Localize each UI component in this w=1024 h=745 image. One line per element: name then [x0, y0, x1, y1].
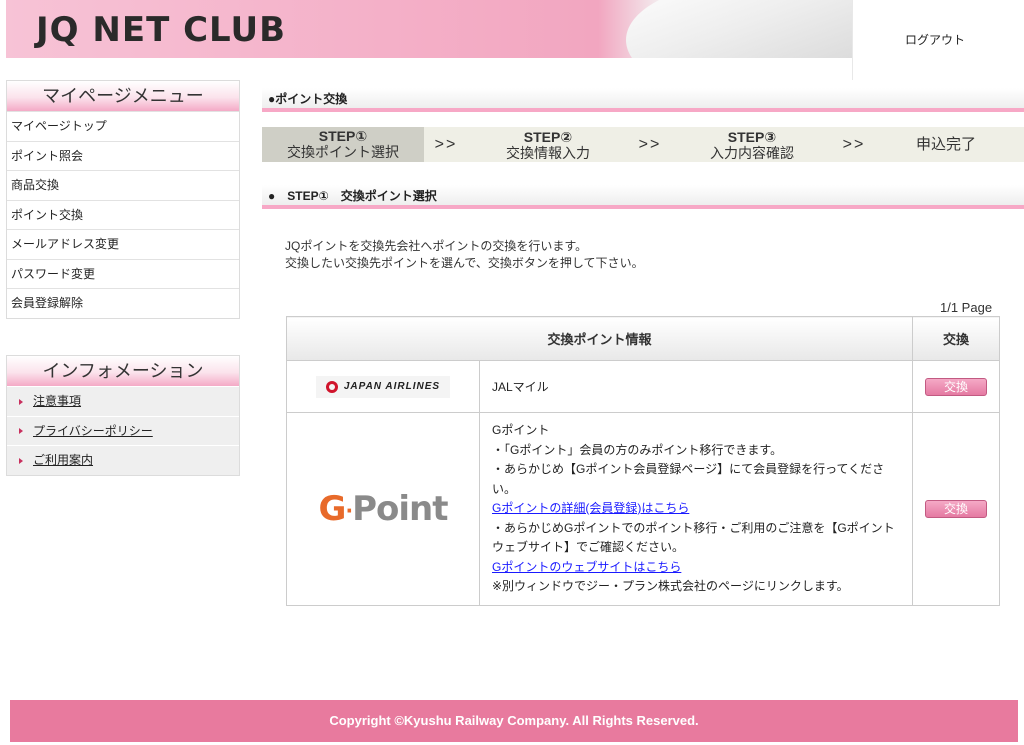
step-1: STEP① 交換ポイント選択: [262, 127, 424, 162]
step-separator: >>: [638, 135, 662, 153]
step-1-label: 交換ポイント選択: [287, 144, 399, 160]
triangle-right-icon: [19, 428, 23, 435]
jal-crane-icon: [325, 380, 338, 393]
info-item-privacy[interactable]: プライバシーポリシー: [7, 415, 239, 445]
gpoint-website-link[interactable]: Gポイントのウェブサイトはこちら: [492, 560, 681, 574]
sidebar-item-point-inquiry[interactable]: ポイント照会: [7, 140, 239, 170]
sidebar-item-password-change[interactable]: パスワード変更: [7, 258, 239, 288]
sidebar-item-unregister[interactable]: 会員登録解除: [7, 288, 239, 318]
exchange-button-gpoint[interactable]: 交換: [925, 499, 987, 518]
column-header-info: 交換ポイント情報: [286, 316, 913, 361]
logout-link[interactable]: ログアウト: [905, 31, 965, 48]
gpoint-exchange-cell: 交換: [912, 412, 1000, 606]
step-separator: >>: [434, 135, 458, 153]
gpoint-detail-link[interactable]: Gポイントの詳細(会員登録)はこちら: [492, 501, 689, 515]
table-row: G·Point Gポイント ・「Gポイント」会員の方のみポイント移行できます。 …: [286, 412, 1000, 606]
info-item-guide[interactable]: ご利用案内: [7, 445, 239, 475]
gpoint-logo-rest: Point: [352, 488, 448, 529]
step-2-number: STEP②: [523, 128, 573, 145]
exchange-button-jal[interactable]: 交換: [925, 377, 987, 396]
info-item-notes[interactable]: 注意事項: [7, 386, 239, 416]
header-swoosh-decoration: [626, 0, 852, 58]
page-indicator: 1/1 Page: [940, 300, 993, 315]
mypage-menu: マイページメニュー マイページトップ ポイント照会 商品交換 ポイント交換 メー…: [6, 80, 240, 319]
column-header-exchange: 交換: [912, 316, 1000, 361]
step-1-number: STEP①: [318, 128, 368, 144]
triangle-right-icon: [19, 457, 23, 464]
site-header: JQ NET CLUB: [6, 0, 852, 58]
sidebar-item-product-exchange[interactable]: 商品交換: [7, 170, 239, 200]
step-separator: >>: [842, 135, 866, 153]
jal-logo-text: JAPAN AIRLINES: [343, 381, 441, 392]
gpoint-name: Gポイント: [492, 423, 550, 437]
gpoint-details: Gポイント ・「Gポイント」会員の方のみポイント移行できます。 ・あらかじめ【G…: [479, 412, 913, 606]
sidebar-item-point-exchange[interactable]: ポイント交換: [7, 199, 239, 229]
step-3: STEP③ 入力内容確認: [672, 129, 832, 161]
step-2-label: 交換情報入力: [506, 144, 590, 161]
gpoint-line-2: ・あらかじめ【Gポイント会員登録ページ】にて会員登録を行ってください。: [492, 462, 885, 496]
table-row: JAPAN AIRLINES JALマイル 交換: [286, 360, 1000, 413]
mypage-menu-title: マイページメニュー: [7, 81, 239, 111]
jal-name: JALマイル: [479, 360, 913, 413]
step-2: STEP② 交換情報入力: [468, 129, 628, 161]
step-title-bar: ● STEP① 交換ポイント選択: [262, 185, 1024, 209]
site-logo[interactable]: JQ NET CLUB: [36, 10, 286, 50]
header-divider: [852, 0, 853, 80]
step-3-number: STEP③: [727, 128, 777, 145]
step-progress: STEP① 交換ポイント選択 >> STEP② 交換情報入力 >> STEP③ …: [262, 127, 1024, 162]
step-3-label: 入力内容確認: [710, 144, 794, 161]
instructions: JQポイントを交換先会社へポイントの交換を行います。 交換したい交換先ポイントを…: [285, 238, 644, 272]
sidebar-item-mypage-top[interactable]: マイページトップ: [7, 111, 239, 141]
gpoint-logo-cell: G·Point: [286, 412, 480, 606]
site-footer: Copyright ©Kyushu Railway Company. All R…: [10, 700, 1018, 742]
gpoint-line-3: ・あらかじめGポイントでのポイント移行・ご利用のご注意を【Gポイントウェブサイト…: [492, 520, 895, 555]
info-item-label[interactable]: 注意事項: [33, 394, 81, 408]
information-title: インフォメーション: [7, 356, 239, 386]
sidebar-item-email-change[interactable]: メールアドレス変更: [7, 229, 239, 259]
gpoint-line-1: ・「Gポイント」会員の方のみポイント移行できます。: [492, 442, 783, 457]
section-title-bar: ●ポイント交換: [262, 88, 1024, 112]
information-menu: インフォメーション 注意事項 プライバシーポリシー ご利用案内: [6, 355, 240, 476]
info-item-label[interactable]: ご利用案内: [33, 453, 93, 467]
instructions-line-2: 交換したい交換先ポイントを選んで、交換ボタンを押して下さい。: [285, 256, 644, 270]
triangle-right-icon: [19, 398, 23, 405]
info-item-label[interactable]: プライバシーポリシー: [33, 424, 153, 438]
gpoint-logo-g: G: [318, 488, 347, 529]
jal-logo-cell: JAPAN AIRLINES: [286, 360, 480, 413]
instructions-line-1: JQポイントを交換先会社へポイントの交換を行います。: [285, 239, 588, 253]
gpoint-logo: G·Point: [318, 488, 449, 529]
jal-exchange-cell: 交換: [912, 360, 1000, 413]
exchange-table: 交換ポイント情報 交換 JAPAN AIRLINES JALマイル 交換 G·P…: [286, 316, 1000, 606]
table-header-row: 交換ポイント情報 交換: [286, 316, 1000, 361]
jal-logo: JAPAN AIRLINES: [315, 375, 451, 398]
gpoint-note: ※別ウィンドウでジー・プラン株式会社のページにリンクします。: [492, 579, 849, 593]
step-4-label: 申込完了: [915, 135, 976, 153]
